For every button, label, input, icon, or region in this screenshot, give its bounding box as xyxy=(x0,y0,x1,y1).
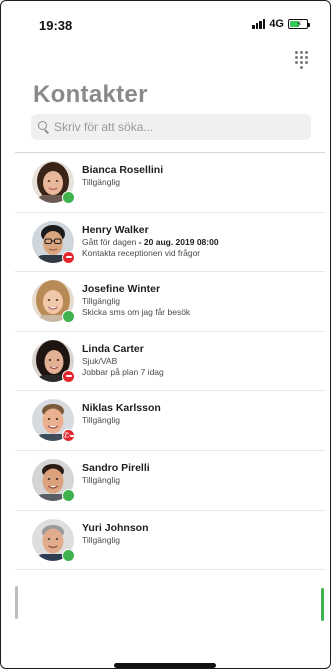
contact-list: Bianca Rosellini Tillgänglig Henry Walke… xyxy=(15,153,325,571)
scroll-edge-left xyxy=(15,586,18,619)
presence-available-icon xyxy=(62,548,75,562)
contact-row[interactable]: Yuri Johnson Tillgänglig xyxy=(15,511,325,571)
contact-row[interactable]: Bianca Rosellini Tillgänglig xyxy=(15,153,325,213)
contact-name: Josefine Winter xyxy=(82,283,161,296)
search-input[interactable] xyxy=(54,120,294,134)
scroll-edge-right xyxy=(321,588,324,621)
home-indicator[interactable] xyxy=(114,663,216,668)
avatar xyxy=(32,458,75,502)
avatar: ✆ xyxy=(32,399,75,443)
search-box[interactable] xyxy=(31,114,311,140)
presence-available-icon xyxy=(62,488,75,502)
status-time: 19:38 xyxy=(39,18,73,33)
contact-name: Henry Walker xyxy=(82,223,149,236)
contact-row[interactable]: Henry Walker Gått för dagen - 20 aug. 20… xyxy=(15,213,325,273)
status-bar: 19:38 4G ⚡ xyxy=(1,1,330,41)
avatar xyxy=(32,220,75,264)
contact-name: Niklas Karlsson xyxy=(82,402,161,415)
contact-row[interactable]: Sandro Pirelli Tillgänglig xyxy=(15,451,325,511)
presence-on-call-icon: ✆ xyxy=(62,429,75,443)
signal-bars-icon xyxy=(252,19,266,29)
contact-note: Jobbar på plan 7 idag xyxy=(82,366,164,377)
page-title: Kontakter xyxy=(33,81,148,108)
contact-status: Tillgänglig xyxy=(82,296,120,307)
battery-charging-icon: ⚡ xyxy=(288,19,310,29)
contact-status-time: - 20 aug. 2019 08:00 xyxy=(136,236,219,247)
app-frame: 19:38 4G ⚡ Kontakter Skriv för att söka.… xyxy=(0,0,331,669)
status-indicators: 4G ⚡ xyxy=(252,18,310,30)
contact-note: Kontakta receptionen vid frågor xyxy=(82,247,201,258)
contact-name: Yuri Johnson xyxy=(82,521,149,534)
contact-name: Bianca Rosellini xyxy=(82,164,164,176)
contact-name: Linda Carter xyxy=(82,342,144,355)
contact-row[interactable]: Josefine Winter Tillgänglig Skicka sms o… xyxy=(15,272,325,332)
contact-status-text: Gått för dagen xyxy=(82,236,137,247)
presence-busy-icon xyxy=(62,369,75,383)
avatar xyxy=(32,339,75,383)
avatar xyxy=(32,518,75,562)
contact-status: Tillgänglig xyxy=(82,177,120,187)
presence-busy-icon xyxy=(62,250,75,264)
contact-row[interactable]: ✆ Niklas Karlsson Tillgänglig xyxy=(15,391,325,451)
contact-status: Gått för dagen - 20 aug. 2019 08:00 xyxy=(82,237,317,248)
phone-icon: ✆ xyxy=(63,430,70,440)
contact-note: Skicka sms om jag får besök xyxy=(82,307,191,318)
contact-status: Sjuk/VAB xyxy=(82,355,118,366)
presence-available-icon xyxy=(62,191,75,204)
avatar xyxy=(32,280,75,324)
dialpad-icon[interactable] xyxy=(295,51,309,69)
contact-status: Tillgänglig xyxy=(82,474,120,485)
contact-row[interactable]: Linda Carter Sjuk/VAB Jobbar på plan 7 i… xyxy=(15,332,325,392)
contact-status: Tillgänglig xyxy=(82,534,120,545)
avatar xyxy=(32,161,75,204)
presence-available-icon xyxy=(62,310,75,324)
contact-status: Tillgänglig xyxy=(82,415,120,426)
search-icon xyxy=(38,121,50,134)
contact-name: Sandro Pirelli xyxy=(82,461,150,474)
network-label: 4G xyxy=(269,18,284,30)
